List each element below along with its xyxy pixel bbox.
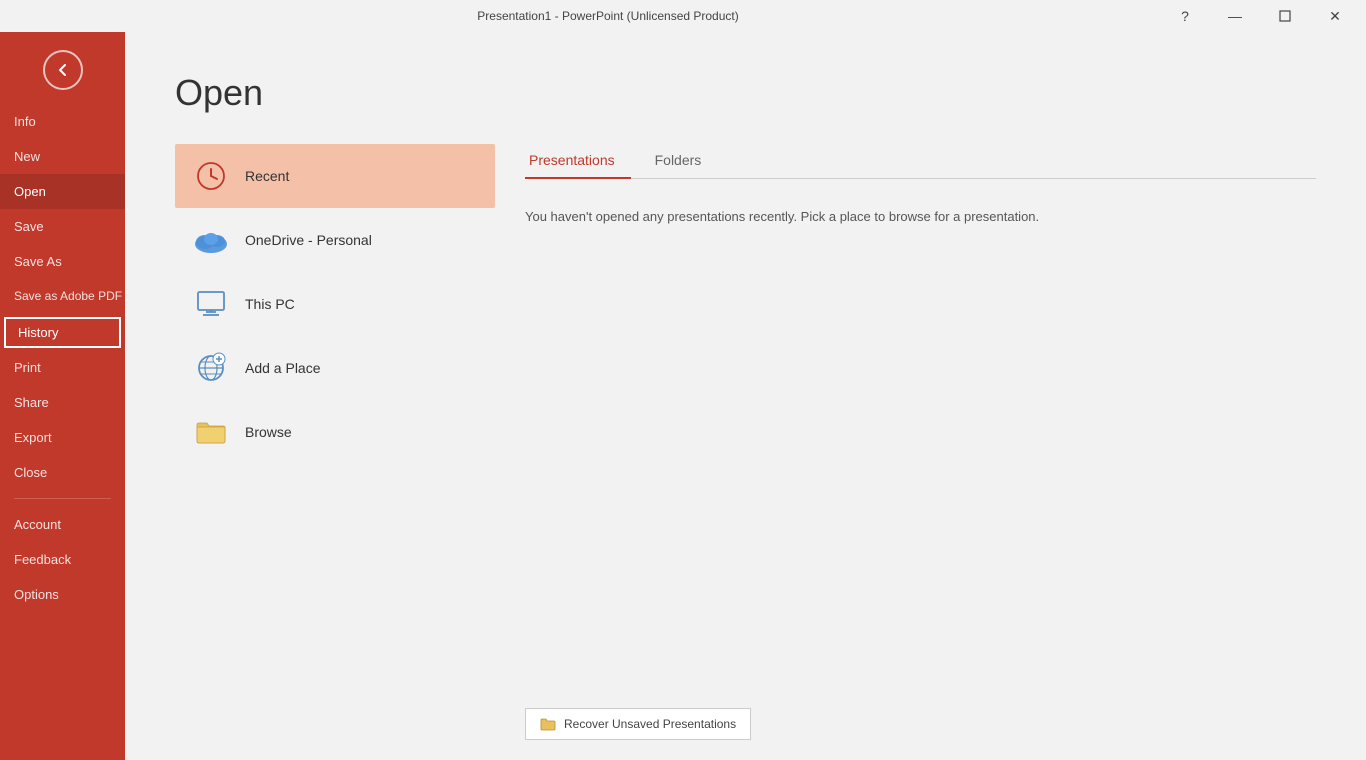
sidebar-item-save[interactable]: Save	[0, 209, 125, 244]
tabs-row: Presentations Folders	[525, 144, 1316, 179]
location-add-place[interactable]: Add a Place	[175, 336, 495, 400]
app-body: Info New Open Save Save As Save as Adobe…	[0, 32, 1366, 760]
sidebar-item-history[interactable]: History	[4, 317, 121, 348]
restore-button[interactable]	[1262, 0, 1308, 32]
sidebar-item-share[interactable]: Share	[0, 385, 125, 420]
sidebar-item-save-adobe[interactable]: Save as Adobe PDF	[0, 279, 125, 315]
tab-presentations[interactable]: Presentations	[525, 144, 631, 178]
recover-unsaved-button[interactable]: Recover Unsaved Presentations	[525, 708, 751, 740]
page-title: Open	[175, 72, 1316, 114]
location-recent-label: Recent	[245, 168, 289, 184]
title-bar-controls: ? — ✕	[1162, 0, 1358, 32]
location-browse-label: Browse	[245, 424, 292, 440]
location-this-pc[interactable]: This PC	[175, 272, 495, 336]
sidebar-bottom: Account Feedback Options	[0, 507, 125, 622]
location-onedrive[interactable]: OneDrive - Personal	[175, 208, 495, 272]
globe-icon	[193, 350, 229, 386]
sidebar-item-open[interactable]: Open	[0, 174, 125, 209]
back-circle-icon	[43, 50, 83, 90]
recover-folder-icon	[540, 717, 556, 731]
sidebar-divider	[14, 498, 111, 499]
title-bar: Presentation1 - PowerPoint (Unlicensed P…	[0, 0, 1366, 32]
sidebar-item-account[interactable]: Account	[0, 507, 125, 542]
content-area: Recent OneDrive - Personal	[175, 144, 1316, 740]
main-content: Open Recent	[125, 32, 1366, 760]
recover-section: Recover Unsaved Presentations	[525, 688, 1316, 740]
location-add-place-label: Add a Place	[245, 360, 321, 376]
sidebar-item-print[interactable]: Print	[0, 350, 125, 385]
sidebar-nav: Info New Open Save Save As Save as Adobe…	[0, 104, 125, 760]
location-onedrive-label: OneDrive - Personal	[245, 232, 372, 248]
close-window-button[interactable]: ✕	[1312, 0, 1358, 32]
location-section: Recent OneDrive - Personal	[175, 144, 495, 740]
title-bar-title: Presentation1 - PowerPoint (Unlicensed P…	[54, 9, 1162, 23]
cloud-icon	[193, 222, 229, 258]
sidebar-item-close[interactable]: Close	[0, 455, 125, 490]
location-recent[interactable]: Recent	[175, 144, 495, 208]
folder-icon	[193, 414, 229, 450]
sidebar-item-feedback[interactable]: Feedback	[0, 542, 125, 577]
computer-icon	[193, 286, 229, 322]
sidebar-item-new[interactable]: New	[0, 139, 125, 174]
clock-icon	[193, 158, 229, 194]
help-button[interactable]: ?	[1162, 0, 1208, 32]
right-panel: Presentations Folders You haven't opened…	[495, 144, 1316, 740]
sidebar: Info New Open Save Save As Save as Adobe…	[0, 32, 125, 760]
empty-message: You haven't opened any presentations rec…	[525, 209, 1316, 224]
tab-folders[interactable]: Folders	[651, 144, 718, 178]
location-browse[interactable]: Browse	[175, 400, 495, 464]
sidebar-item-export[interactable]: Export	[0, 420, 125, 455]
sidebar-item-save-as[interactable]: Save As	[0, 244, 125, 279]
location-this-pc-label: This PC	[245, 296, 295, 312]
minimize-button[interactable]: —	[1212, 0, 1258, 32]
sidebar-item-info[interactable]: Info	[0, 104, 125, 139]
back-button[interactable]	[33, 40, 93, 100]
sidebar-item-options[interactable]: Options	[0, 577, 125, 612]
